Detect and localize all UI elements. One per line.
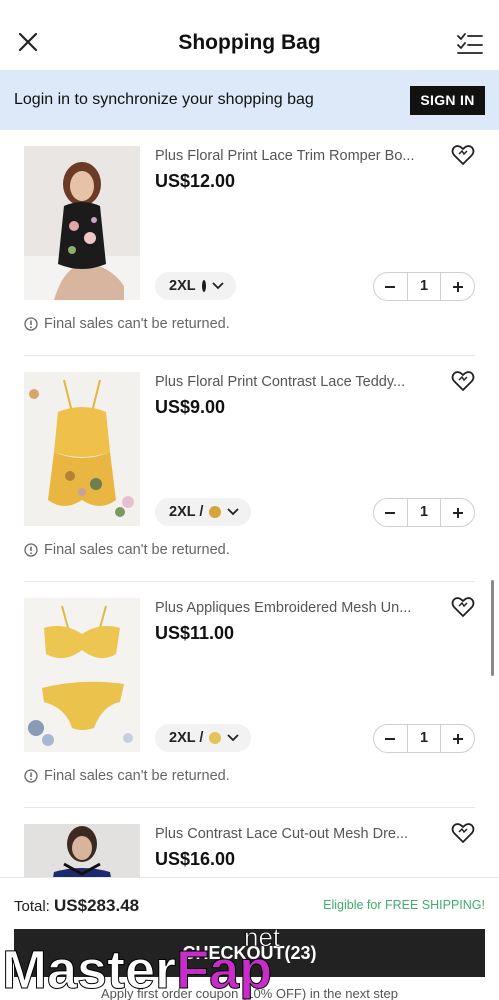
total-label: Total: xyxy=(14,898,50,915)
product-image[interactable] xyxy=(24,372,140,526)
wishlist-heart-icon[interactable] xyxy=(451,370,475,392)
quantity-value[interactable]: 1 xyxy=(407,499,441,526)
checkout-button[interactable]: CHECKOUT(23) xyxy=(14,929,485,977)
product-image[interactable] xyxy=(24,598,140,752)
free-shipping-note: Eligible for FREE SHIPPING! xyxy=(323,898,485,912)
increase-quantity-button[interactable] xyxy=(448,277,468,297)
increase-quantity-button[interactable] xyxy=(448,729,468,749)
scrollbar[interactable] xyxy=(491,580,494,676)
product-image[interactable] xyxy=(24,146,140,300)
decrease-quantity-button[interactable] xyxy=(380,277,400,297)
order-total: Total: US$283.48 xyxy=(14,896,139,916)
quantity-stepper: 1 xyxy=(373,272,475,301)
login-prompt-text: Login in to synchronize your shopping ba… xyxy=(14,91,314,108)
app-header: Shopping Bag xyxy=(0,0,499,70)
total-value: US$283.48 xyxy=(54,896,140,915)
page-title: Shopping Bag xyxy=(178,31,321,54)
chevron-down-icon xyxy=(227,508,240,516)
quantity-stepper: 1 xyxy=(373,724,475,753)
final-sale-note: Final sales can't be returned. xyxy=(24,316,230,332)
wishlist-heart-icon[interactable] xyxy=(451,822,475,844)
product-name[interactable]: Plus Floral Print Contrast Lace Teddy... xyxy=(155,374,440,390)
color-swatch xyxy=(209,506,222,518)
chevron-down-icon xyxy=(211,282,224,290)
color-swatch xyxy=(209,732,222,744)
size-label: 2XL xyxy=(169,278,196,294)
product-price: US$9.00 xyxy=(155,397,226,417)
cart-item-list: Plus Floral Print Lace Trim Romper Bo...… xyxy=(0,130,499,1000)
color-swatch xyxy=(201,280,206,292)
size-label: 2XL / xyxy=(169,504,204,520)
checklist-icon[interactable] xyxy=(455,28,485,58)
size-selector[interactable]: 2XL / xyxy=(155,498,252,526)
product-price: US$12.00 xyxy=(155,171,236,191)
wishlist-heart-icon[interactable] xyxy=(451,596,475,618)
info-icon xyxy=(24,543,38,557)
product-name[interactable]: Plus Contrast Lace Cut-out Mesh Dre... xyxy=(155,826,440,842)
final-sale-note: Final sales can't be returned. xyxy=(24,542,230,558)
info-icon xyxy=(24,317,38,331)
cart-item: Plus Floral Print Contrast Lace Teddy...… xyxy=(0,356,499,582)
chevron-down-icon xyxy=(227,734,240,742)
size-label: 2XL / xyxy=(169,730,204,746)
product-name[interactable]: Plus Floral Print Lace Trim Romper Bo... xyxy=(155,148,440,164)
cart-item: Plus Appliques Embroidered Mesh Un... US… xyxy=(0,582,499,808)
final-sale-text: Final sales can't be returned. xyxy=(44,542,230,558)
cart-item: Plus Floral Print Lace Trim Romper Bo...… xyxy=(0,130,499,356)
quantity-value[interactable]: 1 xyxy=(407,725,441,752)
info-icon xyxy=(24,769,38,783)
decrease-quantity-button[interactable] xyxy=(380,729,400,749)
product-price: US$16.00 xyxy=(155,849,236,869)
coupon-note: Apply first order coupon (10% OFF) in th… xyxy=(101,986,398,1000)
checkout-footer: Total: US$283.48 Eligible for FREE SHIPP… xyxy=(0,877,499,1000)
size-selector[interactable]: 2XL xyxy=(155,272,236,300)
wishlist-heart-icon[interactable] xyxy=(451,144,475,166)
sign-in-button[interactable]: SIGN IN xyxy=(410,86,485,115)
final-sale-text: Final sales can't be returned. xyxy=(44,768,230,784)
product-price: US$11.00 xyxy=(155,623,235,643)
product-name[interactable]: Plus Appliques Embroidered Mesh Un... xyxy=(155,600,440,616)
final-sale-note: Final sales can't be returned. xyxy=(24,768,230,784)
login-banner: Login in to synchronize your shopping ba… xyxy=(0,70,499,130)
size-selector[interactable]: 2XL / xyxy=(155,724,252,752)
quantity-value[interactable]: 1 xyxy=(407,273,441,300)
final-sale-text: Final sales can't be returned. xyxy=(44,316,230,332)
increase-quantity-button[interactable] xyxy=(448,503,468,523)
decrease-quantity-button[interactable] xyxy=(380,503,400,523)
quantity-stepper: 1 xyxy=(373,498,475,527)
